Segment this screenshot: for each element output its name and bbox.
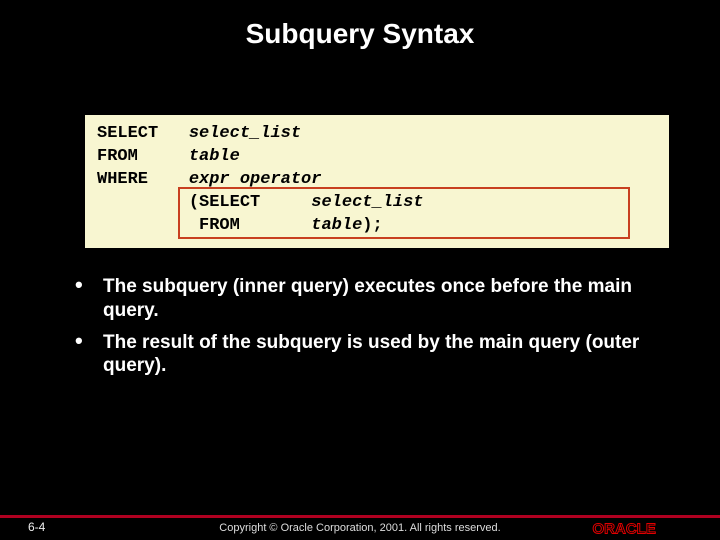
kw-where: WHERE (97, 170, 148, 189)
oracle-logo: ORACLE (590, 520, 700, 538)
footer-divider (0, 515, 720, 518)
kw-select: SELECT (97, 124, 158, 143)
bullet-dot-icon: • (75, 275, 103, 323)
bullet-text: The result of the subquery is used by th… (103, 331, 645, 379)
it-expr: expr operator (189, 170, 322, 189)
it-select-list: select_list (189, 124, 301, 143)
it-sub-table: table (311, 216, 362, 235)
bullet-item: • The result of the subquery is used by … (75, 331, 645, 379)
close-subquery: ); (362, 216, 382, 235)
oracle-logo-text: ORACLE (593, 521, 656, 538)
bullet-list: • The subquery (inner query) executes on… (75, 275, 645, 386)
open-subquery: (SELECT (189, 193, 260, 212)
bullet-dot-icon: • (75, 331, 103, 379)
bullet-text: The subquery (inner query) executes once… (103, 275, 645, 323)
slide: Subquery Syntax SELECT select_list FROM … (0, 0, 720, 540)
it-sub-select-list: select_list (311, 193, 423, 212)
kw-from: FROM (97, 147, 138, 166)
it-table: table (189, 147, 240, 166)
bullet-item: • The subquery (inner query) executes on… (75, 275, 645, 323)
slide-title: Subquery Syntax (0, 0, 720, 60)
code-block: SELECT select_list FROM table WHERE expr… (85, 115, 669, 248)
kw-sub-from: FROM (199, 216, 240, 235)
